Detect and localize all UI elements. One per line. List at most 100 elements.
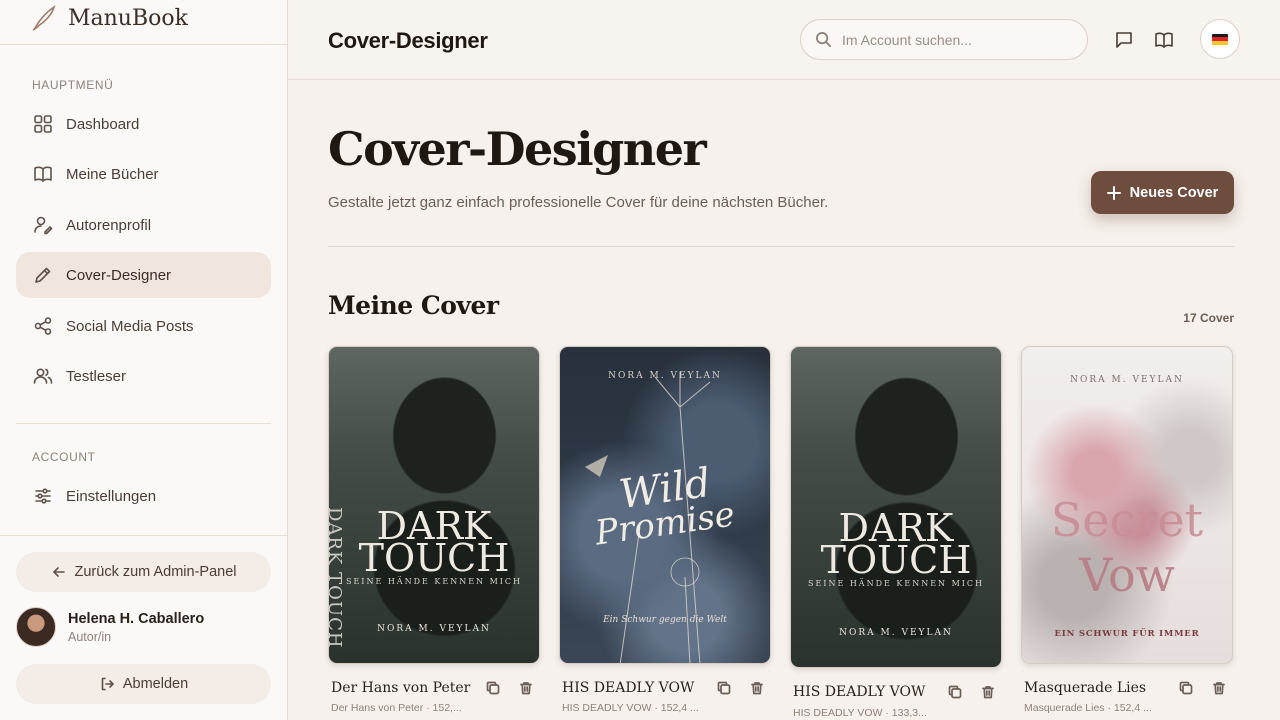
copy-icon [717,681,731,695]
cover-thumbnail[interactable]: DARK TOUCH DARK TOUCH SEINE HÄNDE KENNEN… [328,346,540,664]
back-to-admin-button[interactable]: Zurück zum Admin-Panel [16,552,271,592]
delete-button[interactable] [977,681,999,703]
arrow-left-icon [52,567,65,577]
dashboard-icon [33,114,53,134]
cover-author: NORA M. VEYLAN [377,624,491,634]
cover-card: NORA M. VEYLAN Secret Vow EIN SCHWUR FÜR… [1021,346,1233,714]
sidebar-item-meine-buecher[interactable]: Meine Bücher [16,151,271,197]
cover-thumbnail[interactable]: DARK TOUCH SEINE HÄNDE KENNEN MICH NORA … [790,346,1002,668]
user-profile[interactable]: Helena H. Caballero Autor/in [16,607,204,647]
messages-button[interactable] [1112,28,1136,52]
card-title-row: Masquerade Lies [1024,676,1230,700]
copy-icon [948,685,962,699]
cover-author: NORA M. VEYLAN [1070,375,1184,385]
logout-button[interactable]: Abmelden [16,664,271,704]
cover-author: NORA M. VEYLAN [839,628,953,638]
brand-name: ManuBook [68,5,188,31]
new-cover-label: Neues Cover [1129,184,1219,201]
cover-thumbnail[interactable]: NORA M. VEYLAN Secret Vow EIN SCHWUR FÜR… [1021,346,1233,664]
users-icon [33,366,53,386]
trash-icon [520,682,532,695]
cover-meta: HIS DEADLY VOW · 152,4 ... [562,702,699,714]
divider [0,44,287,45]
cover-name: HIS DEADLY VOW [562,680,695,696]
trash-icon [1213,682,1225,695]
user-edit-icon [33,215,53,235]
user-role: Autor/in [68,629,112,644]
share-icon [33,316,53,336]
cover-card: DARK TOUCH SEINE HÄNDE KENNEN MICH NORA … [790,346,1002,719]
cover-title-line1: Secret [1050,493,1204,547]
copy-icon [1179,681,1193,695]
sidebar-item-label: Dashboard [66,115,140,133]
duplicate-button[interactable] [944,681,966,703]
top-header: Cover-Designer [288,0,1280,80]
sliders-icon [33,486,53,506]
back-to-admin-label: Zurück zum Admin-Panel [74,564,237,580]
card-title-row: Der Hans von Peter [331,676,537,700]
cover-author: NORA M. VEYLAN [608,371,722,381]
duplicate-button[interactable] [713,677,735,699]
header-title: Cover-Designer [328,28,488,53]
section-title: Meine Cover [328,291,499,320]
cover-card: DARK TOUCH DARK TOUCH SEINE HÄNDE KENNEN… [328,346,540,714]
sidebar-item-cover-designer[interactable]: Cover-Designer [16,252,271,298]
book-icon [33,164,53,184]
card-title-row: HIS DEADLY VOW [793,680,999,704]
cover-name: Masquerade Lies [1024,680,1147,696]
cover-subtitle: Ein Schwur gegen die Welt [603,615,727,625]
quill-icon [32,5,56,31]
sidebar-item-dashboard[interactable]: Dashboard [16,101,271,147]
cover-count: 17 Cover [1183,311,1234,325]
logout-label: Abmelden [122,676,189,692]
card-title-row: HIS DEADLY VOW [562,676,768,700]
sidebar-item-autorenprofil[interactable]: Autorenprofil [16,202,271,248]
cover-subtitle: EIN SCHWUR FÜR IMMER [1054,629,1200,639]
language-button[interactable] [1200,19,1240,59]
message-icon [1116,32,1132,48]
page-subtitle: Gestalte jetzt ganz einfach professionel… [328,194,829,211]
sidebar: ManuBook HAUPTMENÜ Dashboard Meine Büche… [0,0,288,720]
sidebar-item-label: Meine Bücher [66,165,159,183]
sidebar-item-testleser[interactable]: Testleser [16,353,271,399]
sidebar-item-social-media-posts[interactable]: Social Media Posts [16,303,271,349]
duplicate-button[interactable] [482,677,504,699]
cover-subtitle: SEINE HÄNDE KENNEN MICH [345,577,523,586]
divider [328,246,1234,247]
new-cover-button[interactable]: Neues Cover [1091,171,1234,214]
sidebar-item-label: Cover-Designer [66,266,172,284]
book-open-icon [1155,32,1173,48]
sidebar-item-label: Social Media Posts [66,317,194,335]
cover-meta: HIS DEADLY VOW · 133,3... [793,707,927,719]
plus-icon [1106,185,1121,200]
cover-name: Der Hans von Peter [331,680,471,696]
cover-thumbnail[interactable]: NORA M. VEYLAN Wild Promise Ein Schwur g… [559,346,771,664]
search-input[interactable] [842,31,1072,48]
copy-icon [486,681,500,695]
pencil-icon [33,265,53,285]
brand-logo[interactable]: ManuBook [30,0,188,44]
cover-title-line2: TOUCH [820,538,972,582]
section-label-account: ACCOUNT [32,450,96,464]
german-flag-icon [1212,33,1228,45]
cover-card: NORA M. VEYLAN Wild Promise Ein Schwur g… [559,346,771,714]
sidebar-item-einstellungen[interactable]: Einstellungen [16,473,271,519]
divider [0,535,287,536]
sidebar-item-label: Testleser [66,367,127,385]
delete-button[interactable] [1208,677,1230,699]
divider [16,423,271,424]
cover-name: HIS DEADLY VOW [793,684,926,700]
delete-button[interactable] [746,677,768,699]
logout-icon [101,677,114,691]
search-icon [816,32,831,47]
page-title: Cover-Designer [328,122,707,176]
books-button[interactable] [1152,28,1176,52]
cover-meta: Masquerade Lies · 152,4 ... [1024,702,1152,714]
duplicate-button[interactable] [1175,677,1197,699]
sidebar-item-label: Autorenprofil [66,216,152,234]
search-box[interactable] [800,19,1088,60]
cover-subtitle: SEINE HÄNDE KENNEN MICH [807,579,985,588]
cover-title-line2: Vow [1078,548,1176,602]
delete-button[interactable] [515,677,537,699]
sidebar-item-label: Einstellungen [66,487,157,505]
